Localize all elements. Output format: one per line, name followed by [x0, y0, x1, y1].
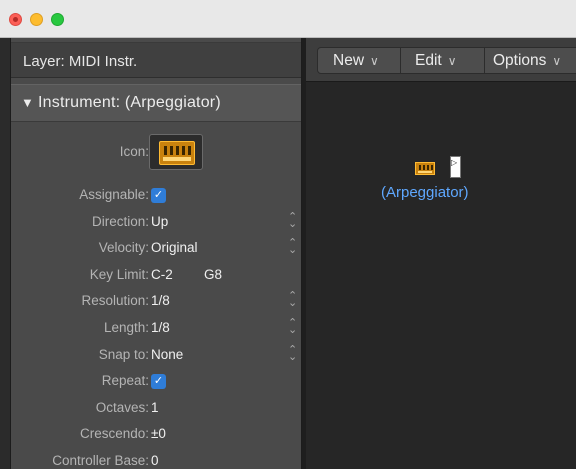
output-port[interactable]: ▷: [450, 156, 461, 178]
icon-label: Icon:: [119, 144, 149, 159]
param-row: Snap to: None ⌃ ⌄: [11, 342, 301, 367]
zoom-window-button[interactable]: [51, 13, 64, 26]
options-label: Options: [493, 52, 547, 69]
param-label: Velocity:: [98, 240, 149, 256]
edit-menu-button[interactable]: Edit ∨: [415, 48, 457, 73]
chevron-down-icon: ∨: [552, 54, 562, 68]
param-value[interactable]: Up: [151, 214, 168, 229]
param-row: Assignable: ✓: [11, 182, 301, 207]
inspector-panel: Layer: MIDI Instr. ▼ Instrument: (Arpegg…: [10, 38, 302, 469]
param-row: Crescendo: ±0: [11, 421, 301, 446]
param-row: Resolution: 1/8 ⌃ ⌄: [11, 288, 301, 313]
options-menu-button[interactable]: Options ∨: [493, 48, 561, 73]
toolbar-separator: [484, 48, 485, 73]
close-icon: [13, 17, 18, 22]
icon-row: Icon:: [11, 134, 301, 170]
param-label: Repeat:: [101, 373, 149, 389]
up-down-stepper-icon[interactable]: ⌃ ⌄: [288, 318, 297, 336]
param-value[interactable]: 1: [151, 400, 159, 415]
param-row: Controller Base: 0: [11, 448, 301, 469]
param-value[interactable]: None: [151, 347, 183, 362]
up-down-stepper-icon[interactable]: ⌃ ⌄: [288, 211, 297, 229]
param-value[interactable]: 1/8: [151, 320, 170, 335]
checkbox[interactable]: ✓: [151, 188, 166, 203]
up-down-stepper-icon[interactable]: ⌃ ⌄: [288, 344, 297, 362]
up-down-stepper-icon[interactable]: ⌃ ⌄: [288, 238, 297, 256]
chevron-down-icon: ∨: [370, 54, 379, 68]
param-row: Direction: Up ⌃ ⌄: [11, 209, 301, 234]
param-row: Velocity: Original ⌃ ⌄: [11, 235, 301, 260]
param-value[interactable]: 0: [151, 453, 159, 468]
toolbar-separator: [400, 48, 401, 73]
minimize-window-button[interactable]: [30, 13, 43, 26]
layer-label: Layer: MIDI Instr.: [23, 53, 138, 70]
param-value[interactable]: Original: [151, 240, 198, 255]
param-value[interactable]: 1/8: [151, 293, 170, 308]
param-label: Length:: [103, 320, 149, 335]
toolbar: New ∨ Edit ∨ Options ∨: [306, 38, 576, 82]
param-value[interactable]: ±0: [151, 426, 166, 441]
param-value[interactable]: C-2: [151, 267, 173, 282]
node-label[interactable]: (Arpeggiator): [381, 184, 469, 201]
layer-header[interactable]: Layer: MIDI Instr.: [11, 42, 301, 78]
keyboard-icon: [415, 162, 435, 175]
up-down-stepper-icon[interactable]: ⌃ ⌄: [288, 291, 297, 309]
edit-label: Edit: [415, 52, 442, 69]
title-bar: [0, 0, 576, 38]
close-window-button[interactable]: [9, 13, 22, 26]
param-row: Repeat: ✓: [11, 368, 301, 393]
instrument-title: Instrument: (Arpeggiator): [38, 94, 221, 111]
new-menu-button[interactable]: New ∨: [333, 48, 379, 73]
param-label: Snap to:: [98, 346, 149, 362]
new-label: New: [333, 52, 365, 69]
param-label: Assignable:: [79, 187, 149, 202]
environment-area: New ∨ Edit ∨ Options ∨ ▷ (Arpeggiator): [306, 38, 576, 469]
param-label: Controller Base:: [52, 453, 149, 468]
chevron-down-icon: ∨: [447, 54, 457, 68]
param-label: Octaves:: [95, 399, 149, 415]
instrument-header[interactable]: ▼ Instrument: (Arpeggiator): [11, 84, 301, 122]
arpeggiator-node[interactable]: [415, 160, 439, 178]
icon-well[interactable]: [149, 134, 203, 170]
param-row: Octaves: 1: [11, 395, 301, 420]
param-row: Length: 1/8 ⌃ ⌄: [11, 315, 301, 340]
param-value-secondary[interactable]: G8: [204, 267, 222, 282]
output-arrow-icon: ▷: [451, 158, 458, 167]
param-label: Key Limit:: [89, 266, 149, 282]
keyboard-icon: [159, 141, 195, 165]
checkbox[interactable]: ✓: [151, 374, 166, 390]
param-label: Resolution:: [81, 293, 149, 309]
param-row: Key Limit: C-2 G8: [11, 262, 301, 287]
disclosure-triangle-icon[interactable]: ▼: [21, 95, 34, 110]
param-label: Crescendo:: [79, 426, 149, 442]
param-label: Direction:: [91, 213, 149, 229]
menu-button-group: New ∨ Edit ∨ Options ∨: [317, 47, 576, 74]
